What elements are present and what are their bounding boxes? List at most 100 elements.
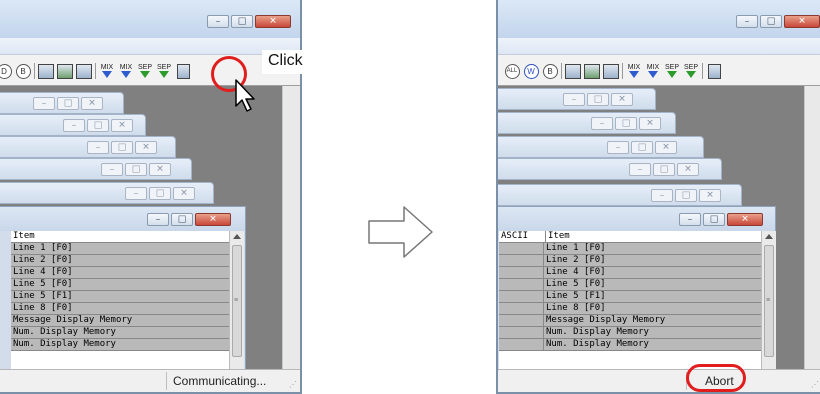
front-child-window[interactable]: – □ ✕ ASCII Item Line 1 [F0] Line 2 [F0]… [498, 206, 776, 372]
scroll-up-arrow-icon[interactable] [765, 234, 773, 239]
minimize-button[interactable]: – [736, 15, 758, 28]
maximize-button[interactable]: □ [111, 141, 133, 154]
list-item[interactable]: Num. Display Memory [11, 339, 229, 351]
screen-button-2[interactable] [57, 63, 73, 79]
close-button[interactable]: ✕ [195, 213, 231, 226]
front-child-window[interactable]: – □ ✕ Item Line 1 [F0] Line 2 [F0] Line … [0, 206, 246, 372]
scroll-up-arrow-icon[interactable] [233, 234, 241, 239]
list-item[interactable]: Num. Display Memory [11, 327, 229, 339]
screen-button-3[interactable] [603, 63, 619, 79]
list-item[interactable]: Line 4 [F0] [11, 267, 229, 279]
minimize-button[interactable]: – [63, 119, 85, 132]
screen-button-2[interactable] [584, 63, 600, 79]
mix-receive-button[interactable]: MIX [645, 63, 661, 79]
maximize-button[interactable]: □ [631, 141, 653, 154]
minimize-button[interactable]: – [629, 163, 651, 176]
child-window-3[interactable]: – □ ✕ [498, 136, 704, 158]
maximize-button[interactable]: □ [57, 97, 79, 110]
minimize-button[interactable]: – [87, 141, 109, 154]
mix-receive-button[interactable]: MIX [118, 63, 134, 79]
column-header-item[interactable]: Item [11, 231, 35, 242]
close-button[interactable]: ✕ [699, 189, 721, 202]
sep-receive-button[interactable]: SEP [156, 63, 172, 79]
minimize-button[interactable]: – [651, 189, 673, 202]
b-mode-button[interactable]: B [542, 63, 558, 79]
list-item[interactable]: Line 5 [F0] [499, 279, 761, 291]
child-window-1[interactable]: – □ ✕ [498, 88, 656, 110]
item-list[interactable]: Item Line 1 [F0] Line 2 [F0] Line 4 [F0]… [11, 231, 229, 371]
list-item[interactable]: Line 2 [F0] [11, 255, 229, 267]
child-window-1[interactable]: – □ ✕ [0, 92, 124, 114]
maximize-button[interactable]: □ [675, 189, 697, 202]
child-window-2[interactable]: – □ ✕ [0, 114, 146, 136]
minimize-button[interactable]: – [679, 213, 701, 226]
item-list[interactable]: ASCII Item Line 1 [F0] Line 2 [F0] Line … [499, 231, 761, 371]
maximize-button[interactable]: □ [87, 119, 109, 132]
list-vertical-scrollbar[interactable]: ≡ [761, 231, 776, 371]
close-button[interactable]: ✕ [784, 15, 820, 28]
close-button[interactable]: ✕ [149, 163, 171, 176]
w-mode-button[interactable]: W [523, 63, 539, 79]
child-window-3[interactable]: – □ ✕ [0, 136, 176, 158]
mix-send-button[interactable]: MIX [626, 63, 642, 79]
minimize-button[interactable]: – [33, 97, 55, 110]
list-item[interactable]: Num. Display Memory [499, 339, 761, 351]
minimize-button[interactable]: – [125, 187, 147, 200]
maximize-button[interactable]: □ [125, 163, 147, 176]
close-button[interactable]: ✕ [81, 97, 103, 110]
close-button[interactable]: ✕ [727, 213, 763, 226]
maximize-button[interactable]: □ [703, 213, 725, 226]
maximize-button[interactable]: □ [615, 117, 637, 130]
close-button[interactable]: ✕ [255, 15, 291, 28]
close-button[interactable]: ✕ [655, 141, 677, 154]
minimize-button[interactable]: – [207, 15, 229, 28]
main-vertical-scrollbar[interactable] [804, 86, 820, 392]
child-window-2[interactable]: – □ ✕ [498, 112, 676, 134]
list-item[interactable]: Line 2 [F0] [499, 255, 761, 267]
list-item[interactable]: Message Display Memory [11, 315, 229, 327]
all-mode-button[interactable]: ALL [504, 63, 520, 79]
screen-button-1[interactable] [565, 63, 581, 79]
child-window-5[interactable]: – □ ✕ [0, 182, 214, 204]
minimize-button[interactable]: – [101, 163, 123, 176]
maximize-button[interactable]: □ [587, 93, 609, 106]
close-button[interactable]: ✕ [173, 187, 195, 200]
screen-button-1[interactable] [38, 63, 54, 79]
resize-grip-icon[interactable]: ⋰ [289, 380, 297, 389]
b-mode-button[interactable]: B [15, 63, 31, 79]
d-mode-button[interactable]: D [0, 63, 12, 79]
minimize-button[interactable]: – [591, 117, 613, 130]
child-window-4[interactable]: – □ ✕ [498, 158, 722, 180]
close-button[interactable]: ✕ [135, 141, 157, 154]
close-button[interactable]: ✕ [639, 117, 661, 130]
column-header-item[interactable]: Item [546, 231, 570, 242]
close-button[interactable]: ✕ [677, 163, 699, 176]
sep-receive-button[interactable]: SEP [683, 63, 699, 79]
monitor-comm-button[interactable] [706, 63, 722, 79]
close-button[interactable]: ✕ [611, 93, 633, 106]
maximize-button[interactable]: □ [231, 15, 253, 28]
maximize-button[interactable]: □ [653, 163, 675, 176]
resize-grip-icon[interactable]: ⋰ [811, 380, 819, 389]
sep-send-button[interactable]: SEP [137, 63, 153, 79]
monitor-comm-button[interactable] [175, 63, 191, 79]
sep-send-button[interactable]: SEP [664, 63, 680, 79]
list-item[interactable]: Line 5 [F0] [11, 279, 229, 291]
main-vertical-scrollbar[interactable] [282, 86, 300, 392]
list-item[interactable]: Line 5 [F1] [499, 291, 761, 303]
child-window-4[interactable]: – □ ✕ [0, 158, 192, 180]
close-button[interactable]: ✕ [111, 119, 133, 132]
list-item[interactable]: Line 8 [F0] [499, 303, 761, 315]
minimize-button[interactable]: – [147, 213, 169, 226]
mix-send-button[interactable]: MIX [99, 63, 115, 79]
list-item[interactable]: Line 1 [F0] [11, 243, 229, 255]
screen-button-3[interactable] [76, 63, 92, 79]
list-item[interactable]: Message Display Memory [499, 315, 761, 327]
list-item[interactable]: Num. Display Memory [499, 327, 761, 339]
list-item[interactable]: Line 4 [F0] [499, 267, 761, 279]
minimize-button[interactable]: – [607, 141, 629, 154]
list-item[interactable]: Line 5 [F1] [11, 291, 229, 303]
list-vertical-scrollbar[interactable]: ≡ [229, 231, 244, 371]
minimize-button[interactable]: – [563, 93, 585, 106]
maximize-button[interactable]: □ [171, 213, 193, 226]
